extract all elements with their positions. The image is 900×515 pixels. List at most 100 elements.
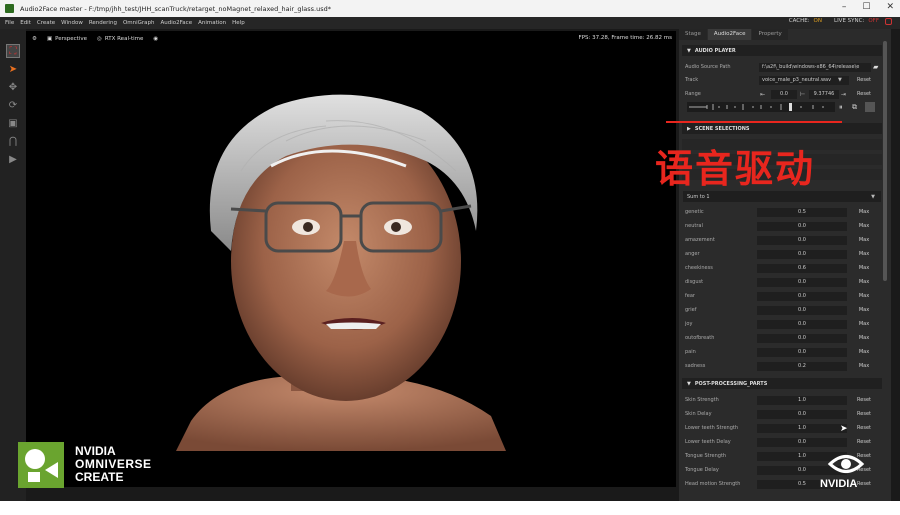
audio-source-input[interactable]: f:\a2f\_build\windows-x86_64\release\e bbox=[759, 62, 871, 72]
rotate-icon[interactable]: ⟳ bbox=[6, 98, 20, 112]
range-reset-button[interactable]: Reset bbox=[851, 90, 877, 99]
emotion-max-button[interactable]: Max bbox=[851, 334, 877, 343]
window-titlebar: Audio2Face master - F:/tmp/jhh_test/JHH_… bbox=[0, 0, 900, 17]
snap-icon[interactable]: ⋂ bbox=[6, 134, 20, 148]
emotion-max-button[interactable]: Max bbox=[851, 348, 877, 357]
post-reset-button[interactable]: Reset bbox=[851, 438, 877, 447]
menu-rendering[interactable]: Rendering bbox=[89, 20, 117, 26]
chevron-down-icon: ▼ bbox=[871, 193, 875, 200]
range-split-icon[interactable]: ⊢ bbox=[800, 91, 805, 98]
track-label: Track bbox=[685, 77, 699, 83]
emotion-label: fear bbox=[685, 293, 695, 299]
collapse-icon: ▼ bbox=[687, 380, 691, 387]
move-icon[interactable]: ✥ bbox=[6, 80, 20, 94]
viewport[interactable]: ⚙ ▣ Perspective ◎ RTX Real-time ◉ FPS: 3… bbox=[26, 31, 676, 487]
loop-icon[interactable]: ⧉ bbox=[852, 103, 857, 112]
emotion-slider[interactable]: 0.0 bbox=[757, 333, 847, 343]
emotion-slider[interactable]: 0.2 bbox=[757, 361, 847, 371]
play-icon[interactable]: ▶ bbox=[6, 152, 20, 166]
emotion-slider[interactable]: 0.5 bbox=[757, 207, 847, 217]
emotion-max-button[interactable]: Max bbox=[851, 306, 877, 315]
emotion-max-button[interactable]: Max bbox=[851, 292, 877, 301]
emotion-label: genetic bbox=[685, 209, 704, 215]
window-controls: – ☐ ✕ bbox=[842, 2, 894, 12]
menu-file[interactable]: File bbox=[5, 20, 14, 26]
emotion-max-button[interactable]: Max bbox=[851, 278, 877, 287]
renderer-icon: ◎ bbox=[97, 36, 102, 42]
bottom-strip bbox=[0, 501, 900, 515]
post-slider[interactable]: 1.0 bbox=[757, 395, 847, 405]
range-end-input[interactable]: 9.37746 bbox=[809, 89, 839, 99]
menu-window[interactable]: Window bbox=[61, 20, 83, 26]
emotion-max-button[interactable]: Max bbox=[851, 236, 877, 245]
viewport-settings-icon[interactable]: ⚙ bbox=[32, 36, 37, 42]
menu-edit[interactable]: Edit bbox=[20, 20, 31, 26]
post-label: Lower teeth Strength bbox=[685, 425, 739, 431]
scale-icon[interactable]: ▣ bbox=[6, 116, 20, 130]
folder-icon[interactable]: ▰ bbox=[873, 63, 878, 71]
track-select[interactable]: voice_male_p3_neutral.wav bbox=[759, 75, 849, 85]
emotion-slider[interactable]: 0.0 bbox=[757, 305, 847, 315]
emotion-max-button[interactable]: Max bbox=[851, 250, 877, 259]
live-sync-icon[interactable] bbox=[885, 18, 892, 25]
emotion-max-button[interactable]: Max bbox=[851, 320, 877, 329]
menu-audio2face[interactable]: Audio2Face bbox=[161, 20, 193, 26]
post-slider[interactable]: 0.0 bbox=[757, 409, 847, 419]
range-end-icon[interactable]: ⇥ bbox=[841, 91, 846, 98]
panel-scrollbar[interactable] bbox=[883, 41, 887, 281]
chevron-down-icon[interactable]: ▼ bbox=[838, 77, 842, 83]
tab-stage[interactable]: Stage bbox=[679, 29, 707, 40]
post-processing-header[interactable]: ▼ POST-PROCESSING_PARTS bbox=[682, 378, 882, 389]
emotion-slider[interactable]: 0.0 bbox=[757, 347, 847, 357]
track-row: Track voice_male_p3_neutral.wav ▼ Reset bbox=[685, 74, 881, 86]
post-slider[interactable]: 1.0 bbox=[757, 423, 847, 433]
post-reset-button[interactable]: Reset bbox=[851, 424, 877, 433]
emotion-slider[interactable]: 0.0 bbox=[757, 291, 847, 301]
live-sync-value[interactable]: OFF bbox=[868, 18, 879, 25]
visibility-eye-icon[interactable]: ◉ bbox=[153, 36, 158, 42]
nvidia-watermark: NVIDIA bbox=[820, 451, 880, 491]
select-icon[interactable]: ⛶ bbox=[6, 44, 20, 58]
scene-selections-header[interactable]: ▶ SCENE SELECTIONS bbox=[682, 123, 882, 134]
post-slider[interactable]: 0.0 bbox=[757, 437, 847, 447]
menu-help[interactable]: Help bbox=[232, 20, 245, 26]
emotion-slider[interactable]: 0.0 bbox=[757, 221, 847, 231]
post-label: Head motion Strength bbox=[685, 481, 741, 487]
renderer-button[interactable]: ◎ RTX Real-time bbox=[97, 36, 143, 42]
expand-icon: ▶ bbox=[687, 125, 691, 132]
pause-icon[interactable]: ⏸ bbox=[839, 103, 843, 112]
maximize-button[interactable]: ☐ bbox=[862, 2, 870, 12]
post-reset-button[interactable]: Reset bbox=[851, 396, 877, 405]
menu-create[interactable]: Create bbox=[37, 20, 55, 26]
emotion-mode-value: Sum to 1 bbox=[687, 193, 710, 200]
audio-player-title: AUDIO PLAYER bbox=[694, 47, 736, 54]
record-button[interactable] bbox=[865, 102, 875, 112]
range-start-input[interactable]: 0.0 bbox=[771, 89, 797, 99]
emotion-slider[interactable]: 0.0 bbox=[757, 277, 847, 287]
emotion-max-button[interactable]: Max bbox=[851, 264, 877, 273]
range-start-icon[interactable]: ⇤ bbox=[760, 91, 765, 98]
cache-value[interactable]: ON bbox=[814, 18, 822, 25]
post-reset-button[interactable]: Reset bbox=[851, 410, 877, 419]
range-row: Range ⇤ 0.0 ⊢ 9.37746 ⇥ Reset bbox=[685, 88, 881, 100]
minimize-button[interactable]: – bbox=[842, 2, 847, 12]
emotion-max-button[interactable]: Max bbox=[851, 222, 877, 231]
menu-animation[interactable]: Animation bbox=[198, 20, 226, 26]
audio-waveform[interactable] bbox=[687, 102, 835, 112]
arrow-icon[interactable]: ➤ bbox=[6, 62, 20, 76]
camera-button[interactable]: ▣ Perspective bbox=[47, 36, 87, 42]
close-button[interactable]: ✕ bbox=[886, 2, 894, 12]
emotion-max-button[interactable]: Max bbox=[851, 208, 877, 217]
tab-audio2face[interactable]: Audio2Face bbox=[707, 29, 752, 40]
post-processing-title: POST-PROCESSING_PARTS bbox=[694, 380, 768, 387]
audio-player-header[interactable]: ▼ AUDIO PLAYER bbox=[682, 45, 882, 56]
emotion-slider[interactable]: 0.6 bbox=[757, 263, 847, 273]
emotion-max-button[interactable]: Max bbox=[851, 362, 877, 371]
menu-omnigraph[interactable]: OmniGraph bbox=[123, 20, 155, 26]
emotion-slider[interactable]: 0.0 bbox=[757, 235, 847, 245]
emotion-row-outofbreath: outofbreath 0.0 Max bbox=[685, 332, 881, 344]
track-reset-button[interactable]: Reset bbox=[851, 76, 877, 85]
emotion-slider[interactable]: 0.0 bbox=[757, 249, 847, 259]
tab-property[interactable]: Property bbox=[752, 29, 788, 40]
emotion-slider[interactable]: 0.0 bbox=[757, 319, 847, 329]
